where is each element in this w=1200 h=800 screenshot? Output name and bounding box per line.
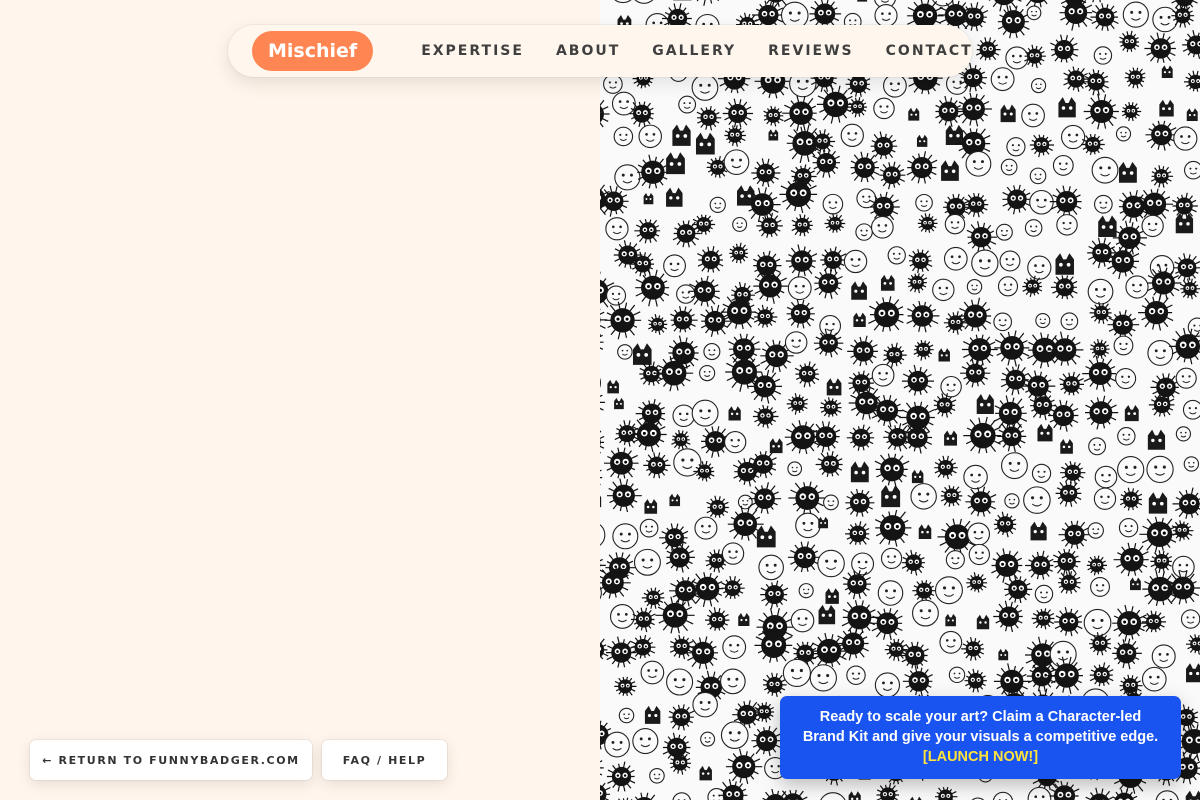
nav-link-contact[interactable]: CONTACT xyxy=(886,43,973,59)
top-navigation: Mischief EXPERTISE ABOUT GALLERY REVIEWS… xyxy=(228,25,972,77)
nav-link-gallery[interactable]: GALLERY xyxy=(652,43,736,59)
return-home-button[interactable]: ← RETURN TO FUNNYBADGER.COM xyxy=(30,740,312,780)
site-logo[interactable]: Mischief xyxy=(252,31,374,71)
nav-link-reviews[interactable]: REVIEWS xyxy=(768,43,853,59)
faq-help-button[interactable]: FAQ / HELP xyxy=(322,740,447,780)
cta-banner: Ready to scale your art? Claim a Charact… xyxy=(780,696,1181,779)
content-area xyxy=(0,0,600,800)
nav-link-about[interactable]: ABOUT xyxy=(556,43,620,59)
cta-launch-link[interactable]: [LAUNCH NOW!] xyxy=(780,747,1181,767)
cta-text-line-1: Ready to scale your art? Claim a Charact… xyxy=(819,709,1142,725)
doodle-pattern-image xyxy=(600,0,1200,800)
cta-text-line-2: Brand Kit and give your visuals a compet… xyxy=(802,729,1159,745)
nav-link-expertise[interactable]: EXPERTISE xyxy=(421,43,524,59)
nav-links: EXPERTISE ABOUT GALLERY REVIEWS CONTACT xyxy=(421,43,972,59)
gallery-artwork xyxy=(600,0,1200,800)
